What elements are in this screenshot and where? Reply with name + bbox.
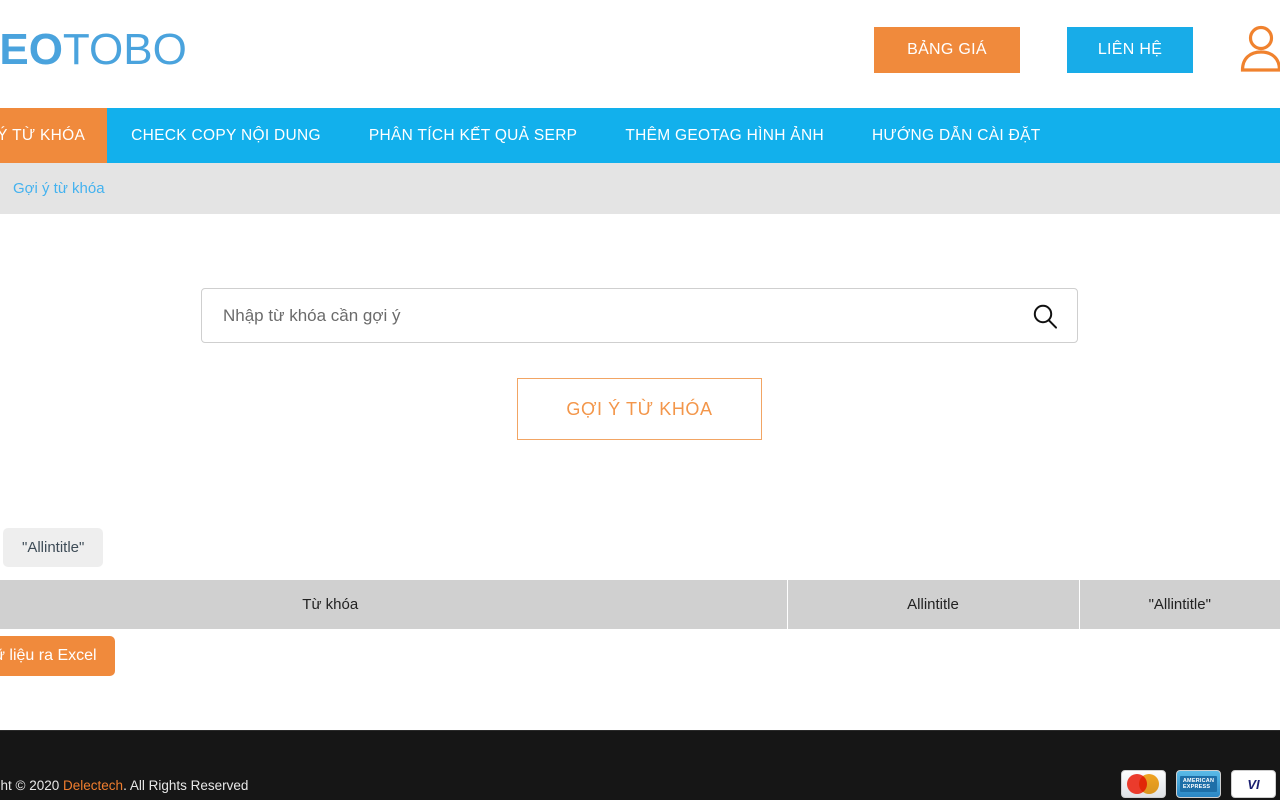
copyright-suffix: . All Rights Reserved [123, 778, 249, 793]
pricing-button[interactable]: BẢNG GIÁ [874, 27, 1020, 73]
user-account-icon[interactable] [1238, 22, 1280, 74]
table-header-row: Từ khóa Allintitle "Allintitle" [0, 580, 1280, 629]
logo-text-secondary: TOBO [62, 25, 187, 74]
column-header-keyword[interactable]: Từ khóa [0, 580, 788, 629]
logo-text-primary: SEO [0, 25, 63, 74]
search-icon[interactable] [1013, 289, 1077, 342]
suggest-keyword-button[interactable]: GỢI Ý TỪ KHÓA [517, 378, 762, 440]
nav-item-install-guide[interactable]: HƯỚNG DẪN CÀI ĐẶT [848, 108, 1065, 163]
results-table-head: Từ khóa Allintitle "Allintitle" [0, 580, 1280, 629]
site-logo[interactable]: SEOTOBO [0, 26, 187, 74]
nav-item-serp-analysis[interactable]: PHÂN TÍCH KẾT QUẢ SERP [345, 108, 601, 163]
page-root: SEOTOBO BẢNG GIÁ LIÊN HỆ GỢI Ý TỪ KHÓA C… [0, 0, 1280, 800]
nav-item-image-geotag[interactable]: THÊM GEOTAG HÌNH ẢNH [601, 108, 848, 163]
copyright-prefix: Copyright © 2020 [0, 778, 60, 793]
copyright-brand: Delectech [63, 778, 124, 793]
export-excel-button[interactable]: Xuất dữ liệu ra Excel [0, 636, 115, 676]
copyright-text: Copyright © 2020 Delectech. All Rights R… [0, 778, 248, 793]
main-navigation: GỢI Ý TỪ KHÓA CHECK COPY NỘI DUNG PHÂN T… [0, 108, 1280, 163]
results-table: Từ khóa Allintitle "Allintitle" [0, 580, 1280, 629]
nav-item-check-copy-content[interactable]: CHECK COPY NỘI DUNG [107, 108, 345, 163]
mastercard-icon [1121, 770, 1166, 798]
column-header-allintitle[interactable]: Allintitle [787, 580, 1080, 629]
search-bar [201, 288, 1078, 343]
visa-icon: VI [1231, 770, 1276, 798]
column-header-allintitle-quoted[interactable]: "Allintitle" [1079, 580, 1280, 629]
payment-methods: AMERICAN EXPRESS VI [1121, 770, 1276, 798]
tab-chip-allintitle-quoted[interactable]: "Allintitle" [3, 528, 104, 567]
breadcrumb-item-keyword-suggestion[interactable]: Gợi ý từ khóa [13, 180, 105, 197]
search-input[interactable] [202, 305, 1013, 326]
result-tabs: "Allintitle" [0, 528, 104, 567]
breadcrumb: Gợi ý từ khóa [0, 163, 1280, 214]
site-header: SEOTOBO BẢNG GIÁ LIÊN HỆ [0, 0, 1280, 100]
site-footer: Copyright © 2020 Delectech. All Rights R… [0, 730, 1280, 800]
nav-item-keyword-suggestion[interactable]: GỢI Ý TỪ KHÓA [0, 108, 108, 163]
amex-icon: AMERICAN EXPRESS [1176, 770, 1221, 798]
contact-button[interactable]: LIÊN HỆ [1067, 27, 1193, 73]
